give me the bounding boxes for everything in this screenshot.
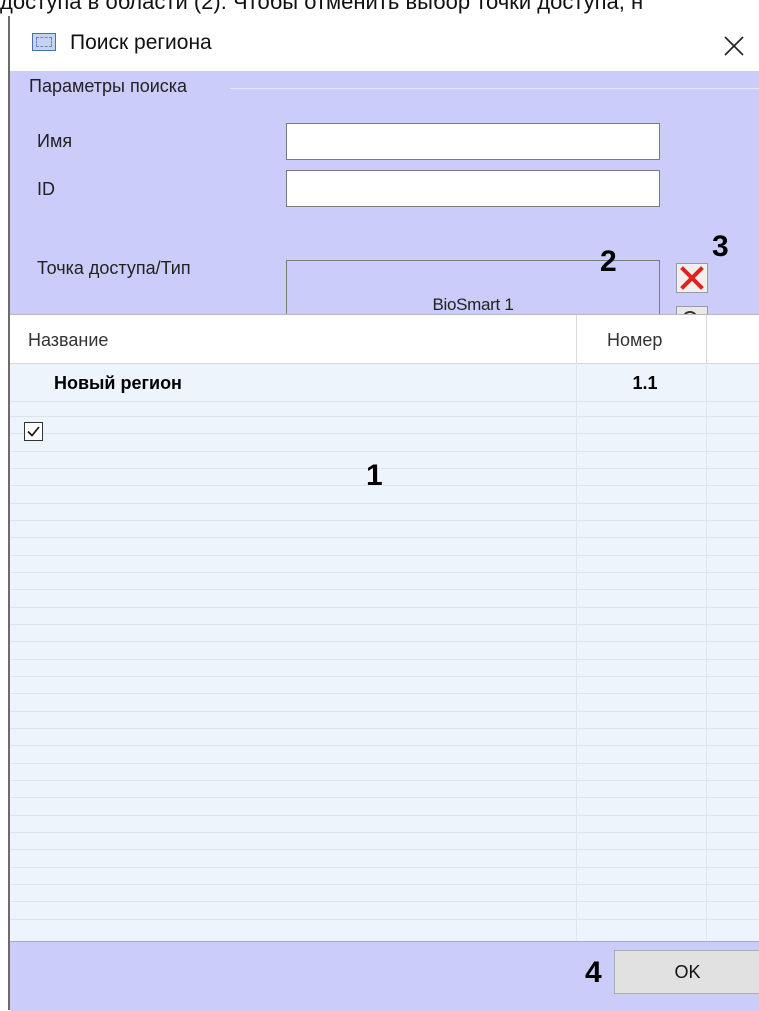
row-line [10, 433, 759, 434]
row-line [10, 676, 759, 677]
red-x-icon [680, 266, 704, 290]
row-line [10, 693, 759, 694]
column-separator [576, 363, 577, 942]
row-line [10, 901, 759, 902]
annotation-4: 4 [585, 956, 602, 989]
column-header-name[interactable]: Название [28, 328, 108, 352]
row-line [10, 401, 759, 402]
row-line [10, 763, 759, 764]
row-line [10, 884, 759, 885]
checkmark-icon [27, 426, 40, 437]
column-header-number[interactable]: Номер [607, 328, 662, 352]
access-point-label: Точка доступа/Тип [37, 258, 191, 278]
ok-button[interactable]: OK [614, 950, 759, 994]
close-icon [724, 36, 744, 56]
row-line [10, 815, 759, 816]
row-line [10, 797, 759, 798]
row-line [10, 589, 759, 590]
row-line [10, 607, 759, 608]
row-line [10, 555, 759, 556]
clear-access-point-button[interactable] [676, 263, 708, 293]
close-button[interactable] [710, 22, 754, 66]
row-checkbox[interactable] [24, 422, 43, 441]
row-line [10, 728, 759, 729]
column-separator [706, 315, 707, 363]
row-line [10, 451, 759, 452]
name-label: Имя [37, 131, 73, 151]
column-separator [706, 363, 707, 942]
row-line [10, 520, 759, 521]
row-line [10, 572, 759, 573]
row-line [10, 641, 759, 642]
column-separator [576, 315, 577, 363]
grid-header: Название Номер [10, 315, 759, 364]
row-line [10, 624, 759, 625]
annotation-1: 1 [366, 459, 383, 492]
id-label: ID [37, 179, 55, 199]
row-name: Новый регион [54, 373, 182, 393]
row-line [10, 416, 759, 417]
row-line [10, 745, 759, 746]
dialog-footer: 4 OK [10, 941, 759, 1011]
row-line [10, 780, 759, 781]
region-window-icon [32, 33, 56, 51]
annotation-2: 2 [600, 245, 617, 278]
group-border-line [230, 88, 759, 89]
row-line [10, 537, 759, 538]
search-parameters-panel: Параметры поиска Имя ID Точка доступа/Ти… [10, 71, 759, 350]
annotation-3: 3 [712, 230, 729, 263]
region-search-dialog: Поиск региона Параметры поиска Имя ID То… [8, 16, 759, 1011]
row-line [10, 711, 759, 712]
id-input[interactable] [286, 170, 660, 207]
access-point-value: BioSmart 1 [432, 295, 514, 314]
search-parameters-legend: Параметры поиска [29, 76, 188, 96]
row-line [10, 659, 759, 660]
window-title: Поиск региона [70, 31, 212, 54]
top-caption-text: доступа в области (2). Чтобы отменить вы… [0, 0, 644, 14]
row-line [10, 849, 759, 850]
regions-grid: Название Номер Новый регион 1.1 1 [10, 314, 759, 942]
row-line [10, 485, 759, 486]
row-line [10, 832, 759, 833]
row-line [10, 919, 759, 920]
title-bar: Поиск региона [10, 16, 759, 71]
row-line [10, 503, 759, 504]
table-row[interactable]: Новый регион 1.1 [10, 363, 759, 441]
row-line [10, 468, 759, 469]
name-input[interactable] [286, 123, 660, 160]
row-line [10, 867, 759, 868]
row-number: 1.1 [632, 373, 658, 393]
